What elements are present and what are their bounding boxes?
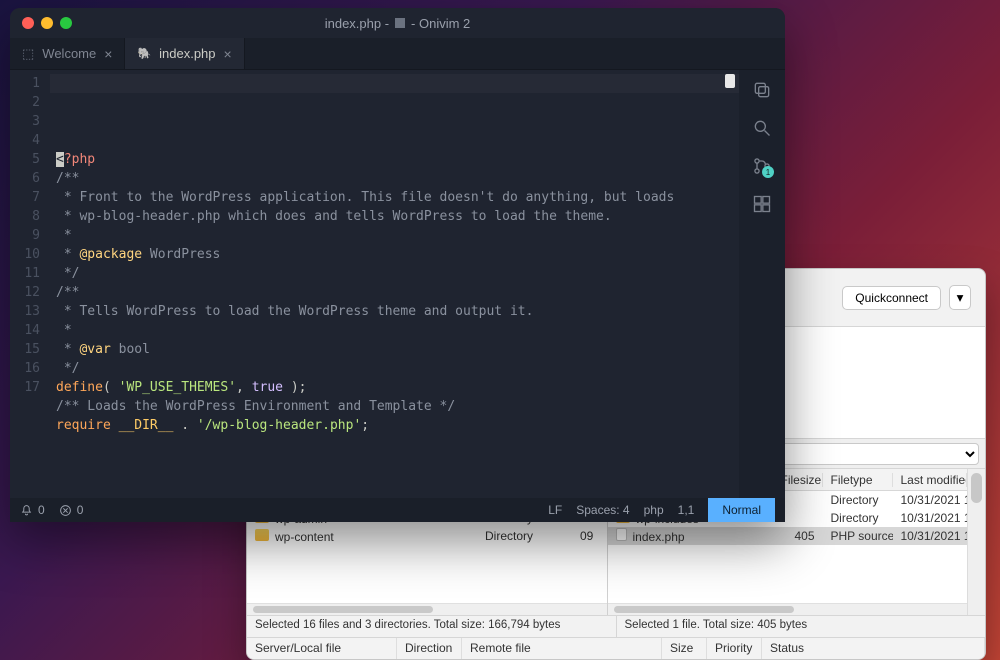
selection-status-row: Selected 16 files and 3 directories. Tot… xyxy=(247,615,985,637)
q-col-status[interactable]: Status xyxy=(762,638,985,659)
line-number: 12 xyxy=(10,283,40,302)
code-line: /** Loads the WordPress Environment and … xyxy=(56,397,739,416)
code-area[interactable]: <?php/** * Front to the WordPress applic… xyxy=(50,70,739,498)
editor-scrollbar-thumb[interactable] xyxy=(725,74,735,88)
search-icon[interactable] xyxy=(752,118,772,138)
quickconnect-menu-button[interactable]: ▾ xyxy=(949,285,971,310)
q-col-remote[interactable]: Remote file xyxy=(462,638,662,659)
code-line: /** xyxy=(56,169,739,188)
status-eol[interactable]: LF xyxy=(548,503,562,517)
onivim-window: index.php - - Onivim 2 ⬚ Welcome × 🐘 index.p… xyxy=(10,8,785,522)
scm-badge: 1 xyxy=(762,166,774,178)
fullscreen-window-button[interactable] xyxy=(60,17,72,29)
file-row[interactable]: index.php405PHP source10/31/2021 1. xyxy=(608,527,968,545)
line-number: 16 xyxy=(10,359,40,378)
line-number: 1 xyxy=(10,74,40,93)
line-number-gutter: 1234567891011121314151617 xyxy=(10,70,50,498)
php-file-icon: 🐘 xyxy=(137,47,151,60)
app-icon xyxy=(395,18,405,28)
q-col-size[interactable]: Size xyxy=(662,638,707,659)
folder-icon xyxy=(255,529,269,541)
col-lastmod[interactable]: Last modified xyxy=(893,473,968,487)
notifications-button[interactable]: 0 xyxy=(20,503,45,517)
remote-selection-status: Selected 1 file. Total size: 405 bytes xyxy=(616,616,986,637)
chevron-down-icon: ▾ xyxy=(957,290,964,306)
line-number: 13 xyxy=(10,302,40,321)
code-editor[interactable]: 1234567891011121314151617 <?php/** * Fro… xyxy=(10,70,739,498)
line-number: 4 xyxy=(10,131,40,150)
line-number: 3 xyxy=(10,112,40,131)
current-line-highlight xyxy=(50,74,739,93)
code-line: require __DIR__ . '/wp-blog-header.php'; xyxy=(56,416,739,435)
status-indent[interactable]: Spaces: 4 xyxy=(576,503,629,517)
minimize-window-button[interactable] xyxy=(41,17,53,29)
status-bar: 0 0 LF Spaces: 4 php 1,1 Normal xyxy=(10,498,785,522)
tab-label: index.php xyxy=(159,46,215,61)
line-number: 14 xyxy=(10,321,40,340)
remote-vscroll[interactable] xyxy=(967,469,985,615)
window-title: index.php - - Onivim 2 xyxy=(10,16,785,31)
code-line: * xyxy=(56,226,739,245)
traffic-lights xyxy=(22,17,72,29)
q-col-priority[interactable]: Priority xyxy=(707,638,762,659)
tab-welcome[interactable]: ⬚ Welcome × xyxy=(10,38,125,69)
code-line: * @package WordPress xyxy=(56,245,739,264)
close-window-button[interactable] xyxy=(22,17,34,29)
line-number: 11 xyxy=(10,264,40,283)
status-cursor-pos[interactable]: 1,1 xyxy=(678,503,695,517)
problems-button[interactable]: 0 xyxy=(59,503,84,517)
local-hscroll[interactable] xyxy=(247,603,607,615)
col-filetype[interactable]: Filetype xyxy=(823,473,893,487)
code-line: * @var bool xyxy=(56,340,739,359)
tab-label: Welcome xyxy=(42,46,96,61)
local-selection-status: Selected 16 files and 3 directories. Tot… xyxy=(247,616,616,637)
code-line: /** xyxy=(56,283,739,302)
line-number: 17 xyxy=(10,378,40,397)
code-line: * wp-blog-header.php which does and tell… xyxy=(56,207,739,226)
file-icon xyxy=(616,528,627,541)
activity-bar: 1 xyxy=(739,70,785,498)
line-number: 9 xyxy=(10,226,40,245)
line-number: 5 xyxy=(10,150,40,169)
status-language[interactable]: php xyxy=(644,503,664,517)
status-vim-mode[interactable]: Normal xyxy=(708,498,775,522)
code-line: * xyxy=(56,321,739,340)
line-number: 15 xyxy=(10,340,40,359)
q-col-server[interactable]: Server/Local file xyxy=(247,638,397,659)
transfer-queue-header: Server/Local file Direction Remote file … xyxy=(247,637,985,659)
code-line: */ xyxy=(56,359,739,378)
close-tab-icon[interactable]: × xyxy=(224,46,232,62)
code-line: */ xyxy=(56,264,739,283)
q-col-direction[interactable]: Direction xyxy=(397,638,462,659)
remote-hscroll[interactable] xyxy=(608,603,968,615)
copy-icon[interactable] xyxy=(752,80,772,100)
extensions-icon[interactable] xyxy=(752,194,772,214)
line-number: 10 xyxy=(10,245,40,264)
line-number: 7 xyxy=(10,188,40,207)
line-number: 2 xyxy=(10,93,40,112)
code-line: define( 'WP_USE_THEMES', true ); xyxy=(56,378,739,397)
source-control-icon[interactable]: 1 xyxy=(752,156,772,176)
tab-bar: ⬚ Welcome × 🐘 index.php × xyxy=(10,38,785,70)
titlebar[interactable]: index.php - - Onivim 2 xyxy=(10,8,785,38)
code-line: <?php xyxy=(56,150,739,169)
code-line: * Tells WordPress to load the WordPress … xyxy=(56,302,739,321)
tab-index-php[interactable]: 🐘 index.php × xyxy=(125,38,244,69)
close-tab-icon[interactable]: × xyxy=(104,46,112,62)
code-line: * Front to the WordPress application. Th… xyxy=(56,188,739,207)
quickconnect-button[interactable]: Quickconnect xyxy=(842,286,941,310)
line-number: 8 xyxy=(10,207,40,226)
file-row[interactable]: wp-contentDirectory09 xyxy=(247,527,607,545)
line-number: 6 xyxy=(10,169,40,188)
welcome-icon: ⬚ xyxy=(22,46,34,62)
